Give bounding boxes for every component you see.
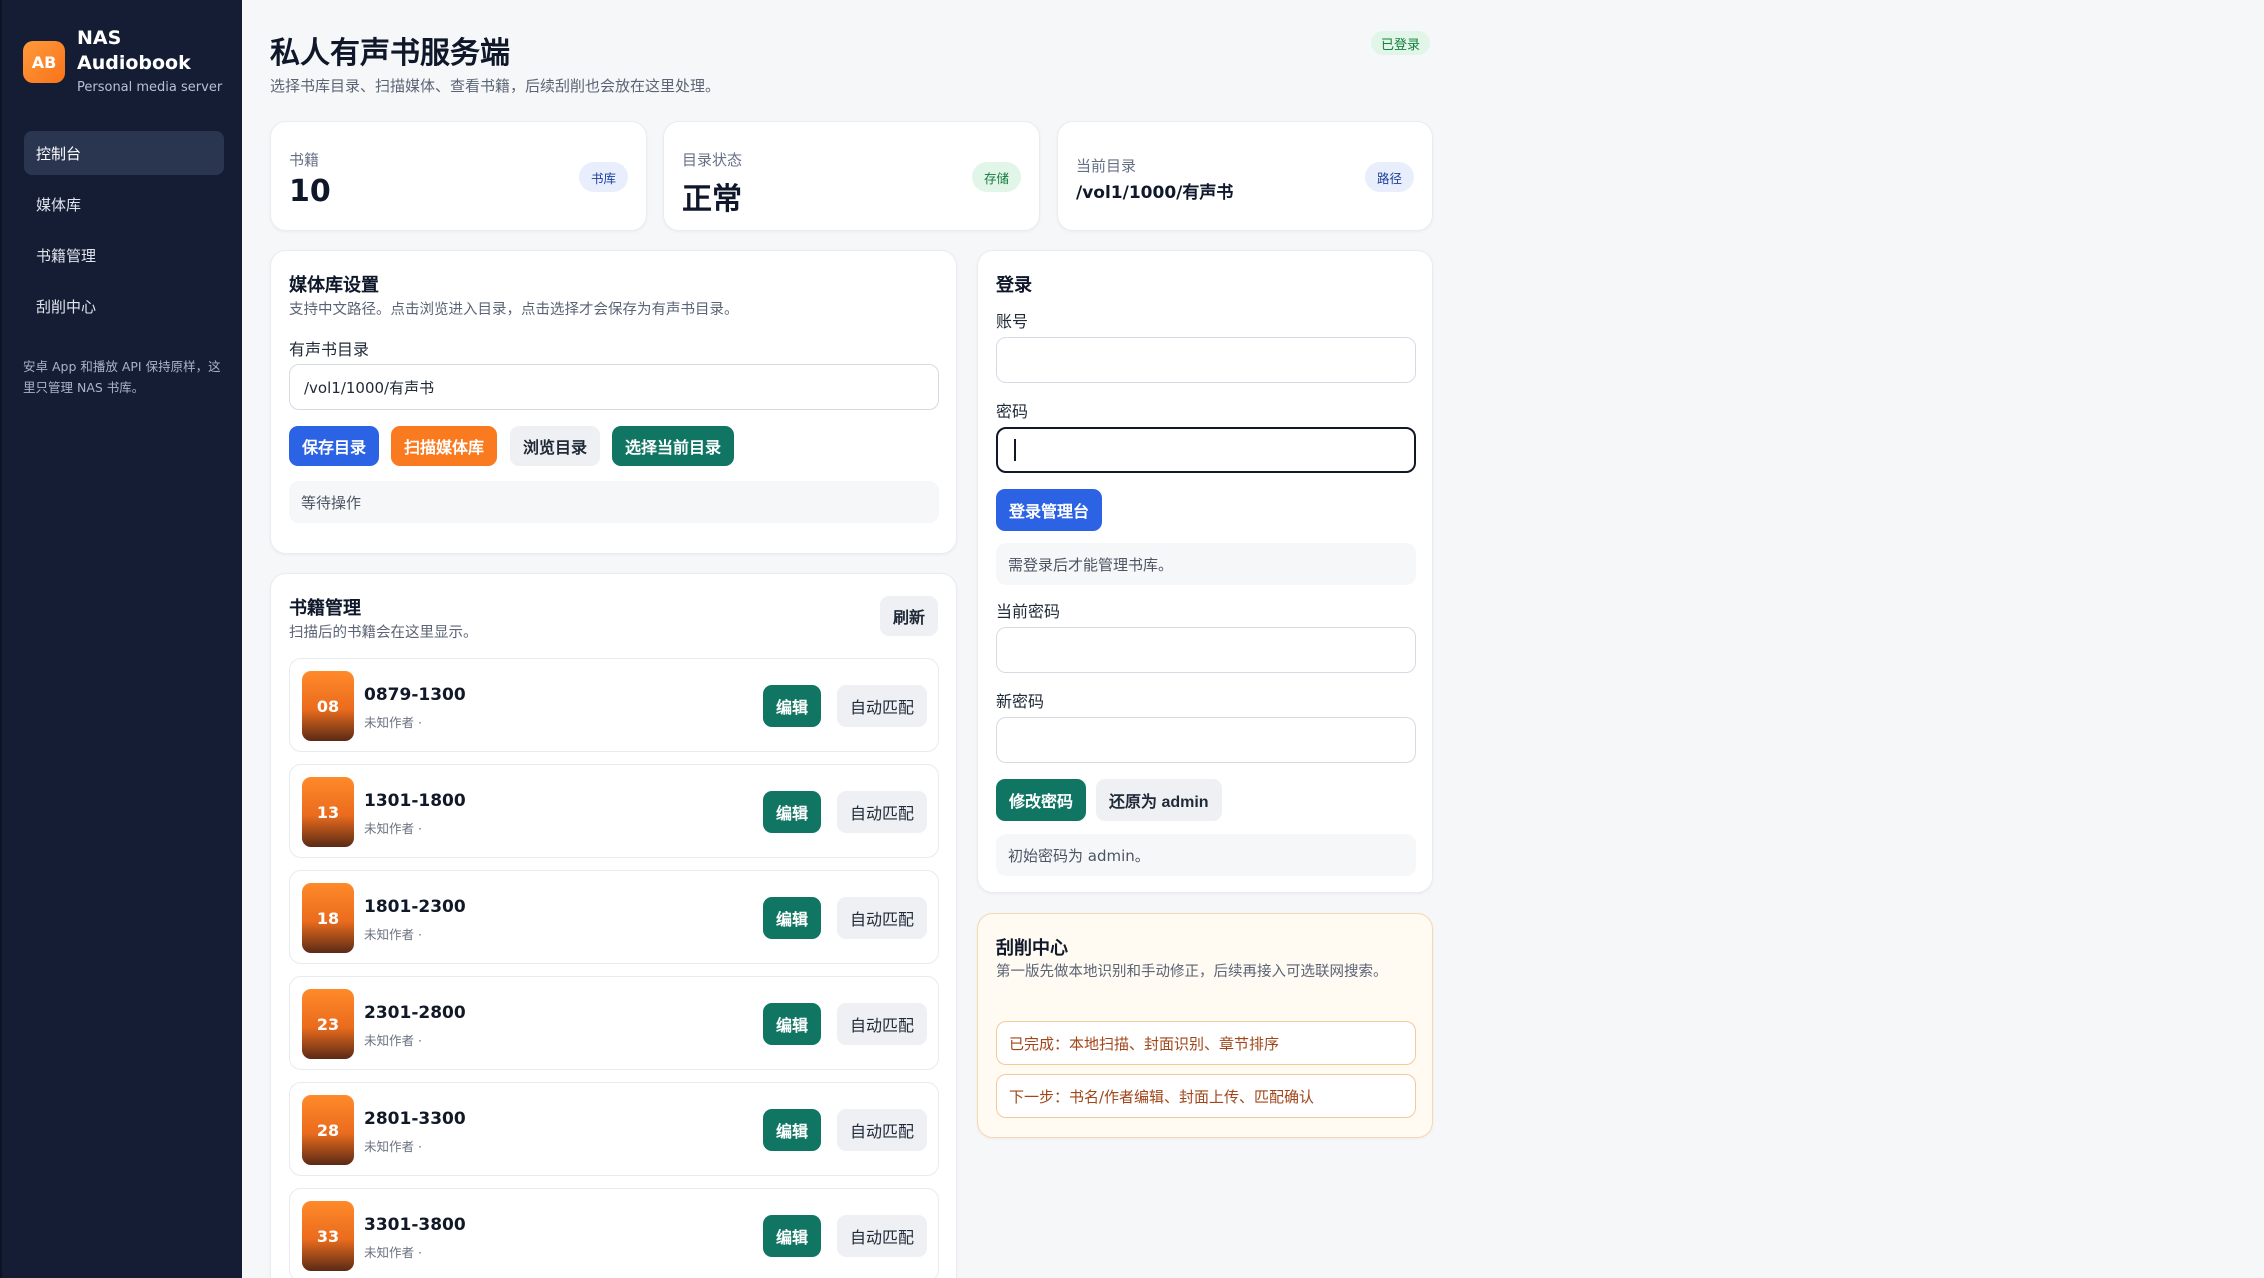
edit-book-button[interactable]: 编辑 (763, 685, 822, 727)
login-button[interactable]: 登录管理台 (996, 489, 1103, 531)
book-management-card: 书籍管理 扫描后的书籍会在这里显示。 刷新 08 0879-1300 未知作者 … (270, 573, 957, 1278)
book-row: 08 0879-1300 未知作者 · 编辑 自动匹配 (289, 658, 939, 752)
book-author: 未知作者 · (364, 927, 422, 942)
book-title: 2801-3300 (364, 1109, 466, 1129)
book-cover: 18 (302, 883, 354, 953)
book-author: 未知作者 · (364, 715, 422, 730)
login-status: 需登录后才能管理书库。 (996, 543, 1416, 585)
book-cover: 28 (302, 1095, 354, 1165)
sidebar-item-scrape-center[interactable]: 刮削中心 (24, 284, 224, 328)
auto-match-button[interactable]: 自动匹配 (837, 1109, 928, 1151)
scrape-center-card: 刮削中心 第一版先做本地识别和手动修正，后续再接入可选联网搜索。 已完成：本地扫… (977, 913, 1433, 1138)
section-subtitle: 第一版先做本地识别和手动修正，后续再接入可选联网搜索。 (996, 964, 1388, 980)
stat-card-books: 书籍 10 书库 (270, 121, 647, 231)
select-current-dir-button[interactable]: 选择当前目录 (612, 426, 735, 466)
book-author: 未知作者 · (364, 1033, 422, 1048)
sidebar: AB NAS Audiobook Personal media server 控… (0, 0, 242, 1278)
reset-admin-button[interactable]: 还原为 admin (1096, 779, 1222, 821)
text-caret (1014, 439, 1016, 461)
sidebar-note: 安卓 App 和播放 API 保持原样，这里只管理 NAS 书库。 (23, 359, 221, 395)
new-password-input[interactable] (996, 717, 1416, 763)
book-cover: 13 (302, 777, 354, 847)
auto-match-button[interactable]: 自动匹配 (837, 791, 928, 833)
current-password-input[interactable] (996, 627, 1416, 673)
browse-dir-button[interactable]: 浏览目录 (510, 426, 601, 466)
stat-value: 10 (289, 174, 331, 209)
scrape-done-status: 已完成：本地扫描、封面识别、章节排序 (996, 1021, 1416, 1065)
section-subtitle: 支持中文路径。点击浏览进入目录，点击选择才会保存为有声书目录。 (289, 302, 739, 318)
stat-pill: 路径 (1364, 162, 1414, 192)
book-title: 0879-1300 (364, 685, 466, 705)
change-password-button[interactable]: 修改密码 (996, 779, 1087, 821)
stat-pill: 存储 (971, 162, 1021, 192)
book-author: 未知作者 · (364, 1139, 422, 1154)
stat-label: 目录状态 (682, 151, 743, 169)
stat-card-dir-status: 目录状态 正常 存储 (663, 121, 1040, 231)
book-cover: 08 (302, 671, 354, 741)
page-title: 私人有声书服务端 (270, 36, 510, 71)
section-title: 媒体库设置 (289, 275, 379, 296)
password-input[interactable] (996, 427, 1416, 473)
sidebar-item-media-library[interactable]: 媒体库 (24, 182, 224, 226)
section-title: 刮削中心 (996, 938, 1068, 959)
login-card: 登录 账号 密码 登录管理台 需登录后才能管理书库。 当前密码 新密码 修改密码… (977, 250, 1433, 893)
section-title: 登录 (996, 275, 1032, 296)
edit-book-button[interactable]: 编辑 (763, 1003, 822, 1045)
new-password-label: 新密码 (996, 692, 1045, 711)
book-row: 33 3301-3800 未知作者 · 编辑 自动匹配 (289, 1188, 939, 1278)
auto-match-button[interactable]: 自动匹配 (837, 685, 928, 727)
stat-value: /vol1/1000/有声书 (1076, 183, 1234, 203)
brand-subtitle: Personal media server (77, 80, 223, 95)
login-status-badge: 已登录 (1371, 31, 1431, 55)
auto-match-button[interactable]: 自动匹配 (837, 897, 928, 939)
brand-name-line1: NAS (77, 27, 122, 49)
auto-match-button[interactable]: 自动匹配 (837, 1215, 928, 1257)
edit-book-button[interactable]: 编辑 (763, 1109, 822, 1151)
book-row: 28 2801-3300 未知作者 · 编辑 自动匹配 (289, 1082, 939, 1176)
edit-book-button[interactable]: 编辑 (763, 897, 822, 939)
book-row: 18 1801-2300 未知作者 · 编辑 自动匹配 (289, 870, 939, 964)
save-dir-button[interactable]: 保存目录 (289, 426, 380, 466)
book-cover: 23 (302, 989, 354, 1059)
brand: AB NAS Audiobook Personal media server (23, 26, 222, 95)
stat-pill: 书库 (578, 162, 628, 192)
section-subtitle: 扫描后的书籍会在这里显示。 (289, 625, 478, 641)
sidebar-item-book-management[interactable]: 书籍管理 (24, 233, 224, 277)
scrape-next-step: 下一步：书名/作者编辑、封面上传、匹配确认 (996, 1074, 1416, 1118)
book-title: 1801-2300 (364, 897, 466, 917)
edit-book-button[interactable]: 编辑 (763, 1215, 822, 1257)
library-settings-card: 媒体库设置 支持中文路径。点击浏览进入目录，点击选择才会保存为有声书目录。 有声… (270, 250, 957, 554)
stat-label: 书籍 (289, 151, 320, 169)
page-subtitle: 选择书库目录、扫描媒体、查看书籍，后续刮削也会放在这里处理。 (270, 77, 721, 95)
account-input[interactable] (996, 337, 1416, 383)
dir-field-label: 有声书目录 (289, 340, 370, 359)
sidebar-nav: 控制台 媒体库 书籍管理 刮削中心 (24, 131, 224, 335)
book-author: 未知作者 · (364, 821, 422, 836)
stat-value: 正常 (682, 182, 742, 217)
book-title: 3301-3800 (364, 1215, 466, 1235)
section-title: 书籍管理 (289, 598, 361, 619)
stat-card-current-dir: 当前目录 /vol1/1000/有声书 路径 (1057, 121, 1433, 231)
password-label: 密码 (996, 402, 1029, 421)
book-title: 1301-1800 (364, 791, 466, 811)
refresh-button[interactable]: 刷新 (880, 596, 939, 636)
auto-match-button[interactable]: 自动匹配 (837, 1003, 928, 1045)
edit-book-button[interactable]: 编辑 (763, 791, 822, 833)
library-status: 等待操作 (289, 481, 939, 523)
brand-logo: AB (23, 41, 65, 83)
stat-label: 当前目录 (1076, 157, 1137, 175)
dir-input[interactable]: /vol1/1000/有声书 (289, 364, 939, 410)
book-author: 未知作者 · (364, 1245, 422, 1260)
book-cover: 33 (302, 1201, 354, 1271)
book-row: 23 2301-2800 未知作者 · 编辑 自动匹配 (289, 976, 939, 1070)
book-title: 2301-2800 (364, 1003, 466, 1023)
scan-library-button[interactable]: 扫描媒体库 (391, 426, 498, 466)
account-label: 账号 (996, 312, 1029, 331)
password-hint: 初始密码为 admin。 (996, 834, 1416, 876)
book-row: 13 1301-1800 未知作者 · 编辑 自动匹配 (289, 764, 939, 858)
sidebar-item-dashboard[interactable]: 控制台 (24, 131, 224, 175)
brand-name-line2: Audiobook (77, 52, 191, 74)
current-password-label: 当前密码 (996, 602, 1061, 621)
